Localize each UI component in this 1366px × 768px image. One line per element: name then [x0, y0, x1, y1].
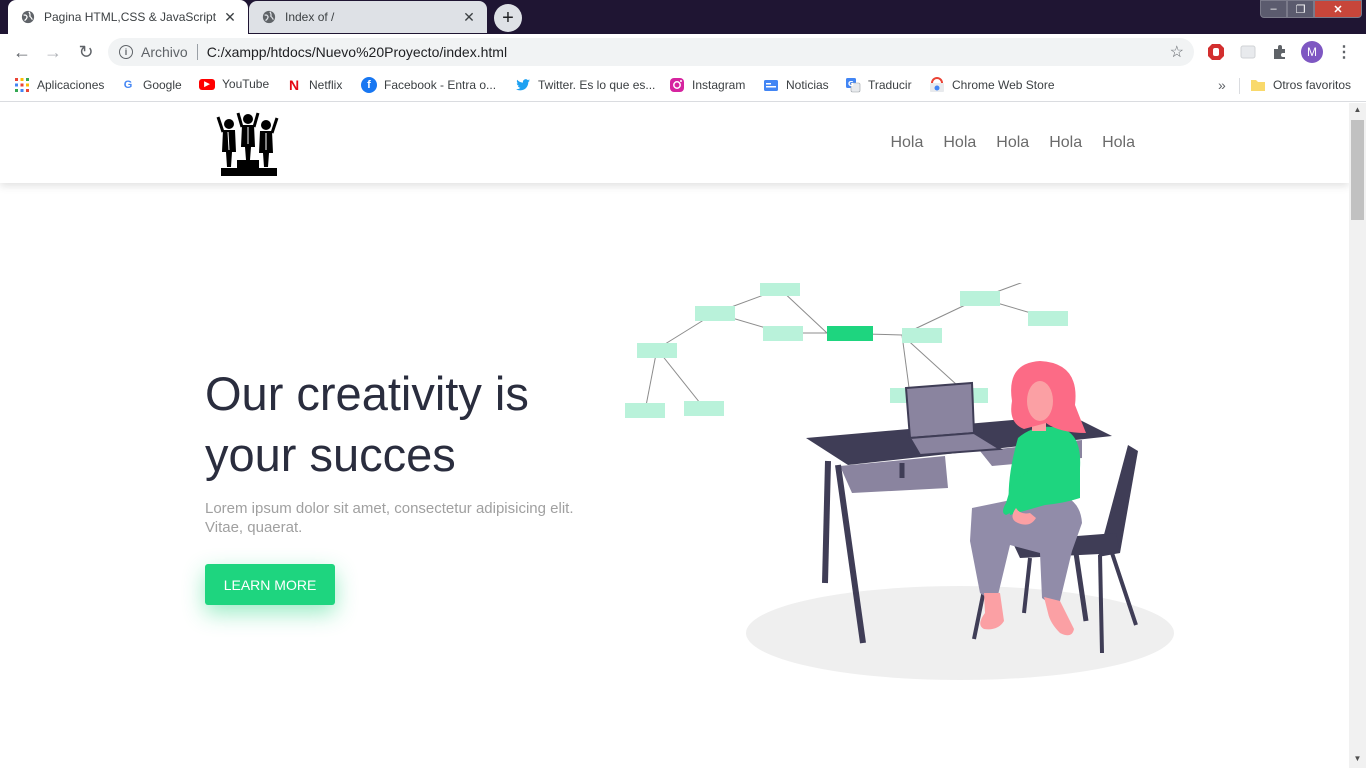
- scroll-up-arrow-icon[interactable]: ▲: [1349, 105, 1366, 117]
- bookmark-item[interactable]: ▶ YouTube: [199, 77, 269, 91]
- bookmark-item[interactable]: N Netflix: [286, 77, 342, 93]
- address-divider: [196, 44, 198, 60]
- hero-title: Our creativity is your succes: [205, 363, 625, 485]
- bookmarks-bar: Aplicaciones G Google ▶ YouTube N Netfli…: [0, 70, 1366, 102]
- bookmark-item[interactable]: Chrome Web Store: [929, 77, 1055, 93]
- close-tab-icon[interactable]: ✕: [461, 9, 477, 26]
- reload-icon[interactable]: ↻: [76, 42, 96, 62]
- extension-placeholder-icon[interactable]: [1239, 43, 1257, 61]
- bookmark-item[interactable]: G Traducir: [845, 77, 912, 93]
- bookmark-label: Aplicaciones: [37, 78, 105, 92]
- scrollbar-thumb[interactable]: [1351, 120, 1364, 220]
- bookmark-item[interactable]: Noticias: [763, 77, 829, 93]
- bookmark-label: Twitter. Es lo que es...: [538, 78, 656, 92]
- browser-toolbar: ← → ↻ i Archivo C:/xampp/htdocs/Nuevo%20…: [0, 34, 1366, 70]
- scroll-down-arrow-icon[interactable]: ▼: [1349, 754, 1366, 766]
- nav-link[interactable]: Hola: [996, 134, 1029, 152]
- learn-more-button[interactable]: LEARN MORE: [205, 564, 335, 605]
- facebook-icon: f: [361, 77, 377, 93]
- page-scrollbar[interactable]: ▲ ▼: [1349, 103, 1366, 768]
- close-window-button[interactable]: ✕: [1314, 0, 1362, 18]
- translate-icon: G: [846, 78, 861, 93]
- bookmark-label: Traducir: [868, 78, 912, 92]
- netflix-icon: N: [288, 77, 300, 93]
- twitter-icon: [516, 79, 530, 91]
- bookmark-item[interactable]: f Facebook - Entra o...: [361, 77, 496, 93]
- bookmark-label: Netflix: [309, 78, 343, 92]
- adblock-extension-icon[interactable]: [1207, 43, 1225, 61]
- youtube-icon: ▶: [199, 78, 215, 90]
- site-header: Hola Hola Hola Hola Hola: [0, 103, 1349, 183]
- info-icon[interactable]: i: [119, 45, 133, 59]
- other-bookmarks-folder[interactable]: Otros favoritos: [1250, 77, 1351, 93]
- bookmark-label: Google: [143, 78, 182, 92]
- bookmark-star-icon[interactable]: ☆: [1170, 42, 1184, 62]
- bookmark-label: Instagram: [692, 78, 746, 92]
- other-bookmarks-label: Otros favoritos: [1273, 78, 1352, 92]
- nav-link[interactable]: Hola: [890, 134, 923, 152]
- hero-title-line: your succes: [205, 428, 456, 481]
- minimize-button[interactable]: –: [1260, 0, 1287, 18]
- news-icon: [764, 80, 778, 91]
- bookmark-label: Facebook - Entra o...: [384, 78, 497, 92]
- google-icon: G: [123, 79, 133, 91]
- tab-active[interactable]: Pagina HTML,CSS & JavaScript ✕: [8, 0, 248, 34]
- nav-link[interactable]: Hola: [943, 134, 976, 152]
- instagram-icon: [670, 78, 684, 92]
- main-nav: Hola Hola Hola Hola Hola: [870, 134, 1135, 152]
- address-url[interactable]: C:/xampp/htdocs/Nuevo%20Proyecto/index.h…: [207, 44, 507, 60]
- svg-text:G: G: [848, 80, 854, 88]
- bookmark-item[interactable]: Aplicaciones: [14, 77, 104, 93]
- address-scheme-label: Archivo: [141, 44, 188, 60]
- globe-icon: [262, 10, 276, 24]
- nav-link[interactable]: Hola: [1049, 134, 1082, 152]
- bookmark-item[interactable]: G Google: [120, 77, 182, 93]
- bookmark-item[interactable]: Instagram: [669, 77, 745, 93]
- profile-avatar[interactable]: M: [1301, 41, 1323, 63]
- webstore-icon: [930, 77, 944, 92]
- tab-title: Pagina HTML,CSS & JavaScript: [44, 10, 217, 24]
- hero-description: Lorem ipsum dolor sit amet, consectetur …: [205, 500, 574, 536]
- woman-at-desk-illustration: [625, 283, 1174, 680]
- bookmark-label: Chrome Web Store: [952, 78, 1055, 92]
- extensions-puzzle-icon[interactable]: [1271, 43, 1289, 61]
- globe-icon: [21, 10, 35, 24]
- hero-title-line: Our creativity is: [205, 367, 529, 420]
- apps-grid-icon: [15, 78, 29, 92]
- nav-link[interactable]: Hola: [1102, 134, 1135, 152]
- menu-kebab-icon[interactable]: ⋮: [1336, 42, 1352, 62]
- folder-icon: [1251, 80, 1265, 91]
- new-tab-button[interactable]: +: [494, 4, 522, 32]
- bookmarks-overflow-button[interactable]: »: [1218, 77, 1226, 93]
- address-bar[interactable]: i Archivo C:/xampp/htdocs/Nuevo%20Proyec…: [108, 38, 1194, 66]
- bookmarks-divider: [1239, 78, 1240, 94]
- page-viewport: Hola Hola Hola Hola Hola Our creativity …: [0, 103, 1349, 768]
- bookmark-item[interactable]: Twitter. Es lo que es...: [515, 77, 655, 93]
- forward-arrow-icon[interactable]: →: [43, 42, 63, 62]
- team-podium-logo-icon[interactable]: [215, 110, 281, 178]
- tab-inactive[interactable]: Index of / ✕: [249, 1, 487, 33]
- browser-titlebar: Pagina HTML,CSS & JavaScript ✕ Index of …: [0, 0, 1366, 34]
- back-arrow-icon[interactable]: ←: [12, 42, 32, 62]
- maximize-button[interactable]: ❐: [1287, 0, 1314, 18]
- tab-title: Index of /: [285, 10, 335, 24]
- close-tab-icon[interactable]: ✕: [222, 9, 238, 26]
- bookmark-label: YouTube: [222, 77, 270, 91]
- bookmark-label: Noticias: [786, 78, 829, 92]
